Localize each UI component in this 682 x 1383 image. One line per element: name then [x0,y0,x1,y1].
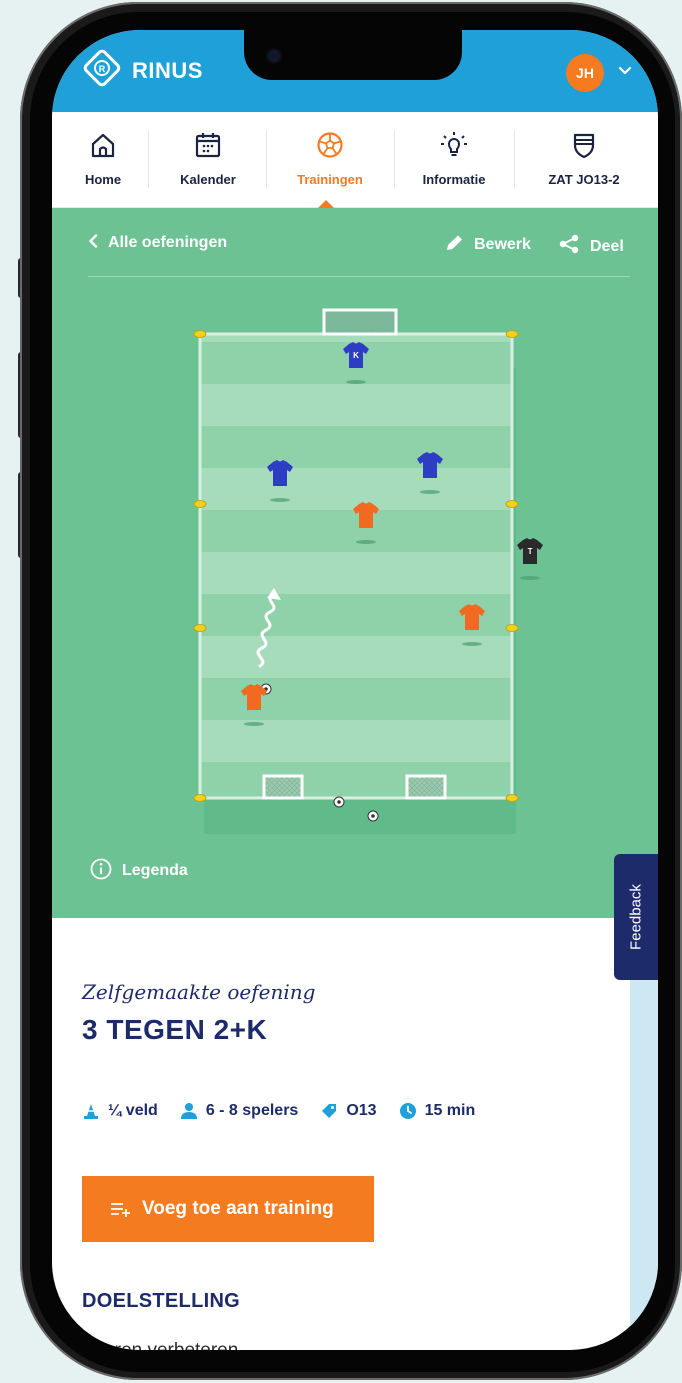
cone-icon [84,1104,98,1119]
exercise-diagram-panel: Alle oefeningen Bewerk Deel K T Legenda [52,208,658,918]
meta-age-group-label: O13 [346,1102,377,1119]
main-tab-bar: Home Kalender Trainingen Informatie ZAT … [52,112,658,208]
bottom-left-mini-goal [262,774,304,800]
neutral-label: T [528,547,533,556]
add-to-training-button[interactable]: Voeg toe aan training [82,1176,374,1242]
exercise-type: Zelfgemaakte oefening [82,980,316,1004]
section-heading-objective: DOELSTELLING [82,1290,241,1312]
header-divider [88,276,630,277]
brand-name: RINUS [132,58,203,83]
exercise-title: 3 TEGEN 2+K [82,1014,268,1045]
tab-divider [514,130,515,188]
tab-team-label: ZAT JO13-2 [548,172,620,187]
tab-trainingen[interactable]: Trainingen [268,112,392,208]
tab-informatie[interactable]: Informatie [396,112,512,208]
meta-duration-label: 15 min [424,1102,476,1119]
person-icon [180,1103,197,1119]
back-to-exercises-link[interactable]: Alle oefeningen [88,234,227,252]
meta-players-label: 6 - 8 spelers [205,1102,299,1119]
pencil-icon [447,235,462,250]
user-avatar[interactable]: JH [566,54,604,92]
tab-trainingen-label: Trainingen [297,172,363,187]
tag-icon [322,1104,337,1118]
bottom-right-mini-goal [405,774,447,800]
tab-home-label: Home [84,172,122,187]
tab-divider [394,130,395,188]
meta-duration: 15 min [399,1102,476,1120]
meta-players: 6 - 8 spelers [180,1102,299,1120]
tab-informatie-label: Informatie [422,172,486,187]
lightbulb-icon [441,132,467,156]
feedback-label: Feedback [627,884,645,950]
top-goal [322,308,398,336]
calendar-icon [195,133,221,158]
tab-home[interactable]: Home [60,112,146,208]
shield-icon [573,133,595,159]
info-icon [90,858,112,880]
tab-team[interactable]: ZAT JO13-2 [518,112,650,208]
app-screen: R RINUS JH Home Kalender Trainingen Info… [52,30,658,1350]
pitch-surface [198,332,514,800]
tab-kalender-label: Kalender [180,172,236,187]
tab-divider [266,130,267,188]
app-header: R RINUS JH [52,30,658,112]
active-tab-indicator [318,200,334,208]
feedback-tab[interactable]: Feedback [614,854,658,980]
share-button[interactable]: Deel [558,234,624,256]
back-link-label: Alle oefeningen [108,234,228,251]
svg-text:R: R [99,64,106,74]
scrollbar-track[interactable] [630,980,658,1350]
add-to-training-label: Voeg toe aan training [142,1198,334,1219]
home-icon [91,133,115,158]
chevron-left-icon [89,234,98,248]
player-neutral-black: T [517,538,543,580]
clock-icon [399,1103,416,1119]
edit-button[interactable]: Bewerk [444,234,531,254]
share-button-label: Deel [590,238,624,255]
exercise-meta: ¼ veld 6 - 8 spelers O13 15 min [82,1102,497,1120]
front-camera [268,50,280,62]
add-to-list-icon [111,1203,130,1217]
edit-button-label: Bewerk [474,236,531,253]
legend-label: Legenda [122,862,188,879]
tab-kalender[interactable]: Kalender [152,112,264,208]
share-icon [559,234,579,254]
rinus-logo-icon[interactable]: R [80,46,124,90]
football-icon [317,132,343,158]
legend-button[interactable]: Legenda [90,858,188,880]
tab-divider [148,130,149,188]
meta-field-size-label: ¼ veld [108,1102,158,1119]
training-pitch-diagram: K T [193,308,543,834]
meta-field-size: ¼ veld [82,1102,158,1120]
chevron-down-icon[interactable] [618,64,632,78]
objective-text: Scoren verbeteren [82,1340,238,1350]
meta-age-group: O13 [320,1102,377,1120]
keeper-label: K [353,351,359,360]
